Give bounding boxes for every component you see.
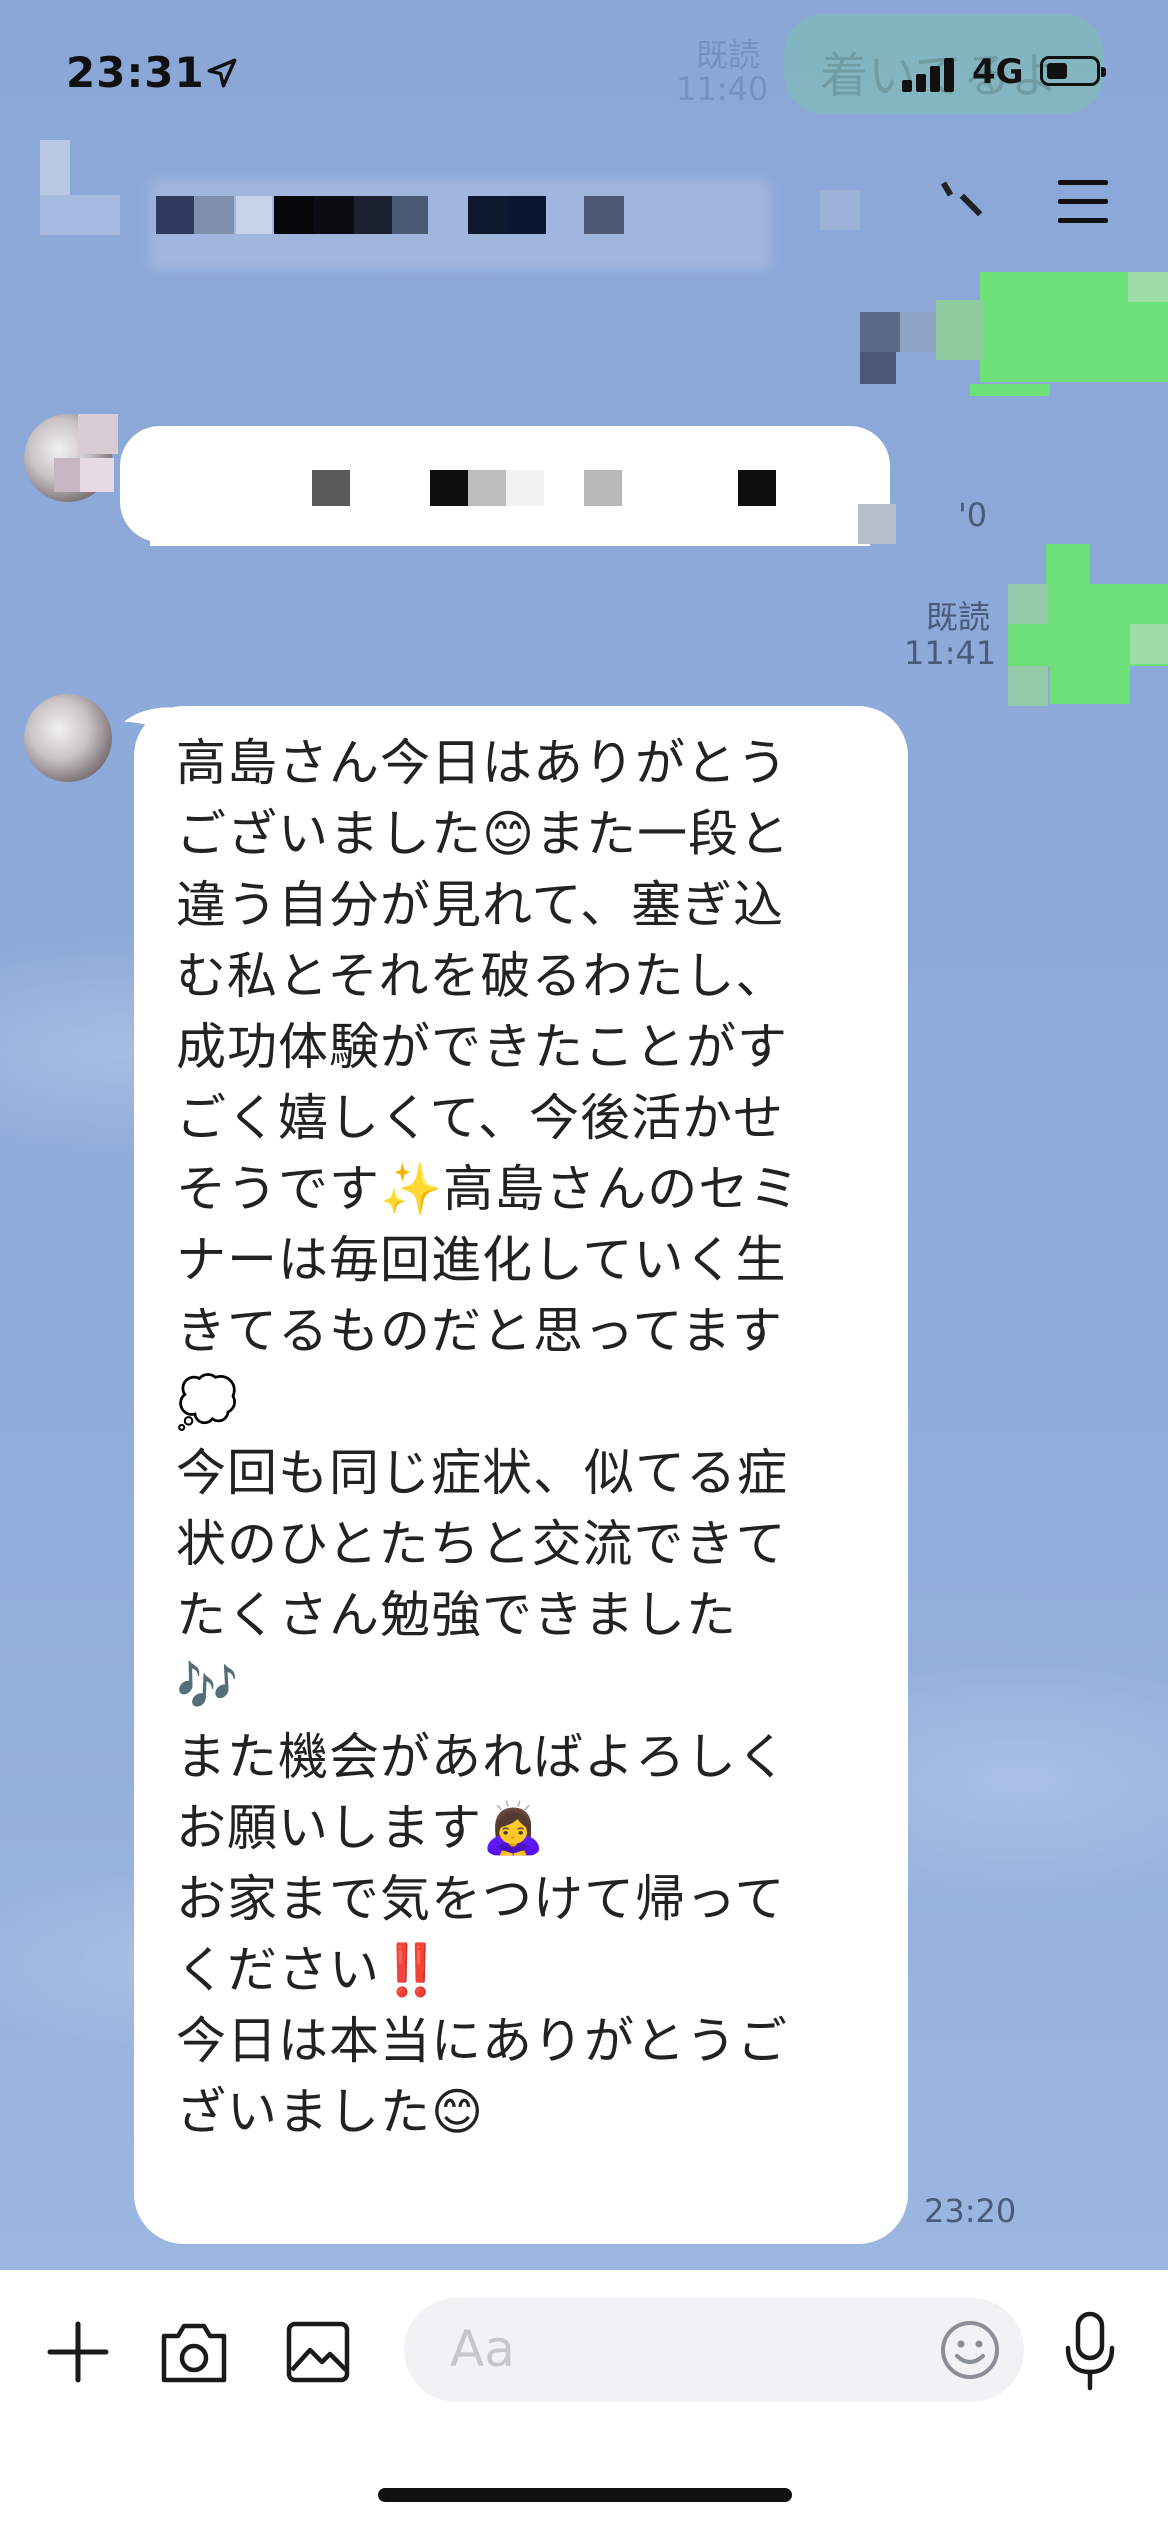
- microphone-icon[interactable]: [1060, 2310, 1120, 2394]
- emoji-icon[interactable]: [938, 2318, 1002, 2382]
- chat-header: [0, 140, 1168, 280]
- battery-icon: [1040, 56, 1106, 86]
- location-arrow-icon: [207, 58, 237, 88]
- hamburger-menu-icon[interactable]: [1058, 180, 1108, 224]
- message-time: 11:41: [904, 634, 997, 672]
- read-label: 既読: [925, 598, 990, 636]
- home-indicator: [378, 2488, 792, 2502]
- message-time: 23:20: [924, 2192, 1017, 2230]
- status-time: 23:31: [66, 48, 205, 97]
- avatar: [24, 694, 112, 782]
- plus-icon[interactable]: [44, 2318, 112, 2386]
- image-icon[interactable]: [284, 2318, 352, 2386]
- camera-icon[interactable]: [158, 2318, 230, 2386]
- message-time: '0: [958, 496, 988, 534]
- network-type: 4G: [972, 52, 1024, 92]
- status-bar: 23:31 4G: [0, 0, 1168, 140]
- message-text: 高島さん今日はありがとう ございました😊また一段と 違う自分が見れて、塞ぎ込 む…: [176, 734, 801, 2141]
- signal-strength-icon: [902, 56, 962, 92]
- message-input-placeholder: Aa: [450, 2320, 515, 2378]
